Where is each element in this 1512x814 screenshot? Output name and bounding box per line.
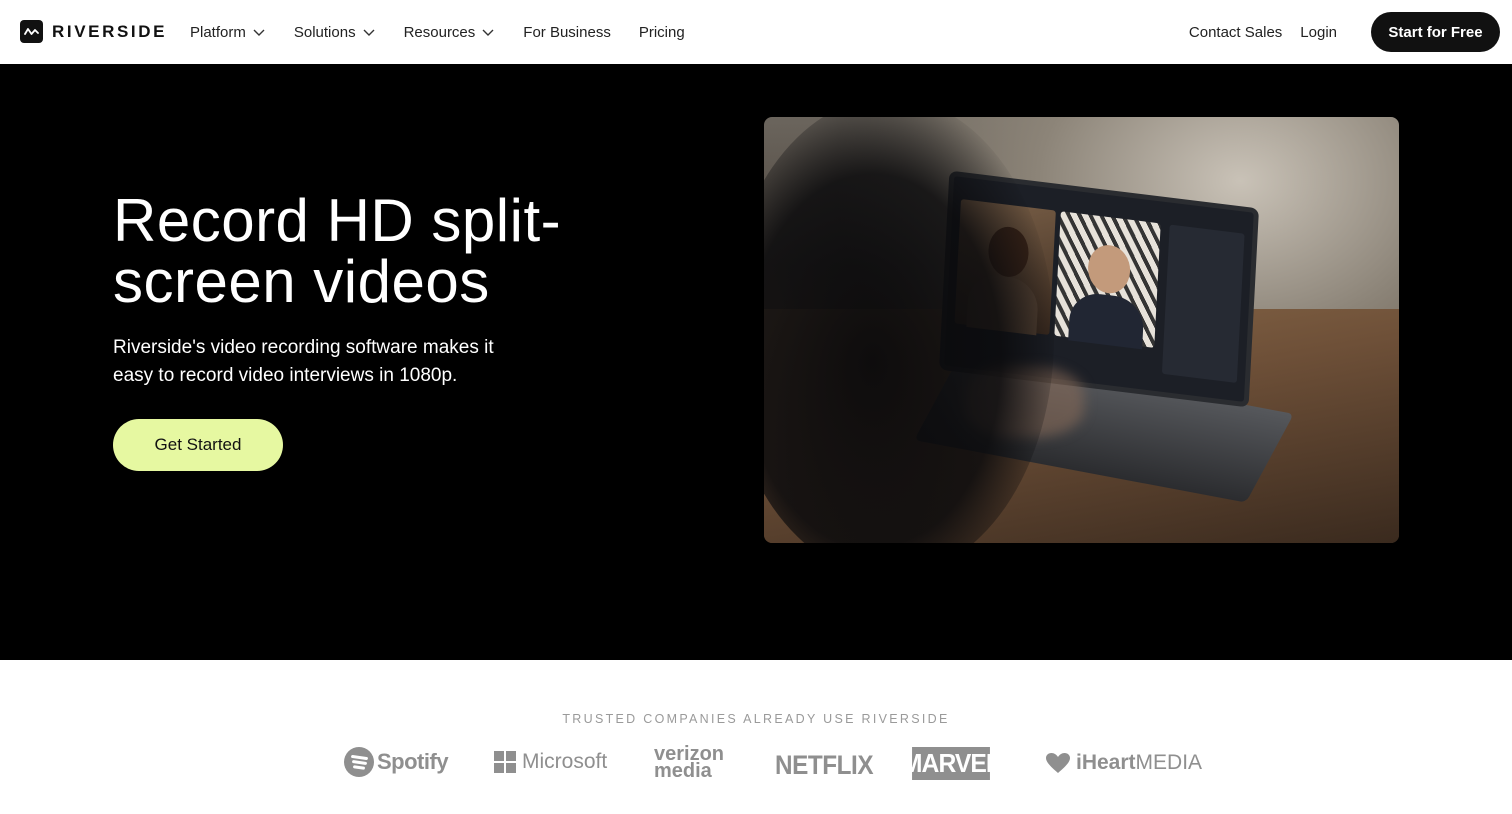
verizon-media-logo: verizon media [654, 744, 724, 782]
spotify-logo: Spotify [344, 747, 449, 777]
nav-item-resources[interactable]: Resources [404, 24, 496, 41]
microsoft-icon [494, 751, 516, 773]
nav-item-for-business[interactable]: For Business [523, 24, 611, 41]
spotify-icon [344, 747, 374, 777]
main-nav: Platform Solutions Resources For Busines… [190, 0, 713, 64]
hero-subtitle: Riverside's video recording software mak… [113, 337, 494, 386]
contact-sales-link[interactable]: Contact Sales [1189, 24, 1282, 41]
riverside-logo[interactable]: RIVERSIDE [20, 20, 167, 43]
get-started-button[interactable]: Get Started [113, 419, 283, 471]
netflix-logo: NETFLIX [775, 750, 874, 780]
nav-actions: Contact Sales Login Start for Free [1189, 12, 1500, 52]
chevron-down-icon [482, 29, 494, 36]
spotify-wordmark: Spotify [377, 749, 449, 774]
nav-item-platform[interactable]: Platform [190, 24, 266, 41]
chevron-down-icon [253, 29, 265, 36]
logo-wordmark: RIVERSIDE [52, 21, 168, 41]
riverside-logo-icon [20, 20, 43, 43]
hero-title: Record HD split-screen videos [113, 187, 562, 315]
microsoft-wordmark: Microsoft [522, 750, 608, 773]
foreground-shadow [764, 117, 1054, 543]
participant-face [1086, 242, 1132, 296]
verizon-wordmark-bottom: media [654, 760, 712, 782]
company-logos: Spotify Microsoft verizon media NETFLIX … [0, 742, 1512, 792]
marvel-logo: MARVEL [901, 747, 1001, 780]
hero-section: Record HD split-screen videos Riverside'… [0, 64, 1512, 660]
hero-image [764, 117, 1399, 543]
iheartmedia-logo: iHeart MEDIA [1044, 751, 1202, 775]
top-navbar: RIVERSIDE Platform Solutions Resources F… [0, 0, 1512, 64]
nav-item-solutions[interactable]: Solutions [294, 24, 376, 41]
nav-item-label: Pricing [638, 23, 685, 41]
nav-item-label: Solutions [293, 23, 356, 41]
iheart-wordmark-bold: iHeart [1076, 751, 1136, 774]
login-link[interactable]: Login [1300, 24, 1337, 41]
video-tile-participant-2 [1054, 211, 1161, 350]
iheart-wordmark-light: MEDIA [1135, 751, 1203, 774]
nav-item-pricing[interactable]: Pricing [639, 24, 685, 41]
participant-body [1068, 290, 1145, 350]
iheart-icon [1046, 753, 1070, 773]
microsoft-logo: Microsoft [494, 750, 607, 774]
start-for-free-button[interactable]: Start for Free [1371, 12, 1500, 52]
nav-item-label: For Business [523, 23, 611, 41]
trusted-heading: TRUSTED COMPANIES ALREADY USE RIVERSIDE [562, 712, 950, 726]
studio-side-panel [1161, 224, 1245, 383]
nav-item-label: Platform [190, 23, 246, 41]
nav-item-label: Resources [403, 23, 476, 41]
chevron-down-icon [363, 29, 375, 36]
